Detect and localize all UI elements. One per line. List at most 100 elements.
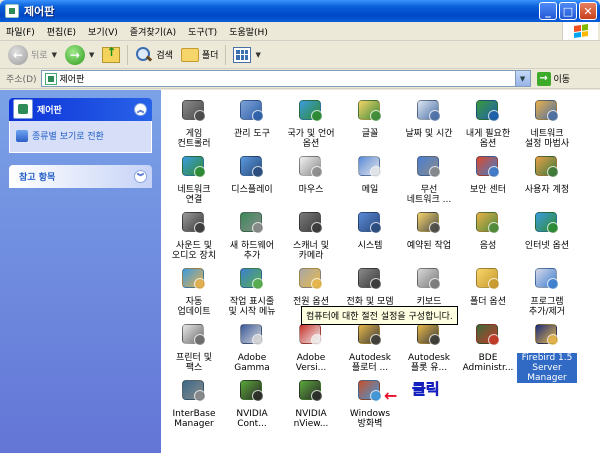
control-panel-item[interactable]: 폴더 옵션 (458, 264, 518, 307)
minimize-button[interactable]: _ (539, 2, 557, 20)
fonts-folder-icon (355, 96, 385, 126)
control-panel-item[interactable]: 전원 옵션 (281, 264, 341, 307)
forward-arrow-icon: → (64, 44, 85, 65)
control-panel-item-label: 날짜 및 시간 (405, 129, 453, 139)
control-panel-item-label: 네트워크 연결 (177, 185, 211, 205)
control-panel-item[interactable]: 새 하드웨어 추가 (222, 208, 282, 261)
address-label: 주소(D) (6, 75, 37, 85)
control-panel-item[interactable]: Adobe Gamma (222, 320, 282, 373)
control-panel-section-title: 제어판 (37, 106, 62, 116)
control-panel-item[interactable]: 사운드 및 오디오 장치 (164, 208, 224, 261)
control-panel-item[interactable]: 음성 (458, 208, 518, 251)
control-panel-item[interactable]: 예약된 작업 (399, 208, 459, 251)
control-panel-icon (5, 4, 19, 18)
control-panel-item[interactable]: 사용자 계정 (517, 152, 577, 195)
control-panel-item[interactable]: 키보드 (399, 264, 459, 307)
accessibility-icon (473, 96, 503, 126)
control-panel-item-label: 메일 (361, 185, 379, 195)
collapse-chevron-icon[interactable]: ︽ (134, 103, 147, 116)
control-panel-item[interactable]: Adobe Versi... (281, 320, 341, 373)
control-panel-item-label: Windows 방화벽 (349, 409, 391, 429)
control-panel-item-label: 네트워크 설정 마법사 (524, 129, 570, 149)
menu-view[interactable]: 보기(V) (82, 25, 124, 38)
toolbar: ← 뒤로 ▼ → ▼ 검색 폴더 ▼ (0, 41, 600, 69)
control-panel-item-label: Adobe Gamma (234, 353, 270, 373)
search-button[interactable]: 검색 (131, 43, 177, 67)
phone-icon (355, 264, 385, 294)
control-panel-item[interactable]: 관리 도구 (222, 96, 282, 139)
control-panel-item-label: 보안 센터 (470, 185, 506, 195)
control-panel-item[interactable]: Firebird 1.5 Server Manager (517, 320, 577, 383)
address-dropdown-icon[interactable]: ▼ (514, 71, 530, 86)
nvidia-icon (237, 376, 267, 406)
see-also-section-header[interactable]: 참고 항목 ︾ (9, 165, 152, 188)
control-panel-item[interactable]: 디스플레이 (222, 152, 282, 195)
views-button[interactable]: ▼ (229, 43, 264, 67)
switch-to-category-view-link[interactable]: 종류별 보기로 전환 (16, 129, 145, 142)
menu-tools[interactable]: 도구(T) (182, 25, 223, 38)
control-panel-item-label: 프로그램 추가/제거 (528, 297, 566, 317)
address-input[interactable]: 제어판 ▼ (40, 70, 531, 87)
folders-label: 폴더 (201, 51, 219, 61)
control-panel-item[interactable]: Autodesk 플롯 유... (399, 320, 459, 373)
control-panel-item[interactable]: 메일 (340, 152, 400, 195)
control-panel-item[interactable]: 프린터 및 팩스 (164, 320, 224, 373)
printer-icon (179, 320, 209, 350)
control-panel-item[interactable]: InterBase Manager (164, 376, 224, 429)
control-panel-item[interactable]: 프로그램 추가/제거 (517, 264, 577, 317)
internet-icon (532, 208, 562, 238)
menu-file[interactable]: 파일(F) (0, 25, 41, 38)
up-folder-button[interactable] (98, 43, 124, 67)
maximize-button[interactable]: □ (559, 2, 577, 20)
control-panel-item[interactable]: 글꼴 (340, 96, 400, 139)
control-panel-item[interactable]: BDE Administr... (458, 320, 518, 373)
control-panel-item[interactable]: 네트워크 연결 (164, 152, 224, 205)
go-button[interactable]: → 이동 (536, 71, 570, 86)
control-panel-item[interactable]: 자동 업데이트 (164, 264, 224, 317)
control-panel-item[interactable]: 날짜 및 시간 (399, 96, 459, 139)
control-panel-item[interactable]: 마우스 (281, 152, 341, 195)
task-pane: 제어판 ︽ 종류별 보기로 전환 참고 항목 ︾ (0, 90, 161, 453)
back-button[interactable]: ← 뒤로 ▼ (4, 43, 61, 67)
expand-chevron-icon[interactable]: ︾ (134, 170, 147, 183)
window-title: 제어판 (24, 5, 55, 18)
monitor-icon (237, 320, 267, 350)
control-panel-item-label: Adobe Versi... (295, 353, 327, 373)
control-panel-item[interactable]: NVIDIA nView... (281, 376, 341, 429)
mail-icon (355, 152, 385, 182)
control-panel-item[interactable]: 시스템 (340, 208, 400, 251)
menu-help[interactable]: 도움말(H) (223, 25, 274, 38)
control-panel-item[interactable]: NVIDIA Cont... (222, 376, 282, 429)
control-panel-item[interactable]: 작업 표시줄 및 시작 메뉴 (222, 264, 282, 317)
control-panel-item[interactable]: 국가 및 언어 옵션 (281, 96, 341, 149)
control-panel-section-header[interactable]: 제어판 ︽ (9, 98, 152, 121)
views-dropdown-icon[interactable]: ▼ (255, 51, 260, 59)
control-panel-item[interactable]: 인터넷 옵션 (517, 208, 577, 251)
forward-button[interactable]: → ▼ (61, 43, 98, 67)
title-bar[interactable]: 제어판 _ □ ✕ (0, 0, 600, 22)
admin-tools-icon (237, 96, 267, 126)
control-panel-item[interactable]: 스캐너 및 카메라 (281, 208, 341, 261)
control-panel-item-label: InterBase Manager (172, 409, 216, 429)
control-panel-item[interactable]: 네트워크 설정 마법사 (517, 96, 577, 149)
control-panel-item[interactable]: Autodesk 플로터 ... (340, 320, 400, 373)
speaker-icon (179, 208, 209, 238)
control-panel-item-label: 작업 표시줄 및 시작 메뉴 (228, 297, 276, 317)
control-panel-item-label: 사용자 계정 (524, 185, 570, 195)
control-panel-item[interactable]: 무선 네트워크 ... (399, 152, 459, 205)
close-button[interactable]: ✕ (579, 2, 597, 20)
folders-button[interactable]: 폴더 (177, 43, 223, 67)
control-panel-item-label: BDE Administr... (462, 353, 514, 373)
firewall-icon (355, 376, 385, 406)
control-panel-item[interactable]: 내게 필요한 옵션 (458, 96, 518, 149)
back-dropdown-icon[interactable]: ▼ (52, 51, 57, 59)
control-panel-item[interactable]: 보안 센터 (458, 152, 518, 195)
menu-favorites[interactable]: 즐겨찾기(A) (124, 25, 182, 38)
control-panel-item-label: 사운드 및 오디오 장치 (171, 241, 217, 261)
power-icon (296, 264, 326, 294)
forward-dropdown-icon[interactable]: ▼ (89, 51, 94, 59)
keyboard-icon (414, 264, 444, 294)
menu-bar: 파일(F) 편집(E) 보기(V) 즐겨찾기(A) 도구(T) 도움말(H) (0, 22, 600, 41)
menu-edit[interactable]: 편집(E) (41, 25, 82, 38)
control-panel-item[interactable]: 게임 컨트롤러 (164, 96, 224, 149)
